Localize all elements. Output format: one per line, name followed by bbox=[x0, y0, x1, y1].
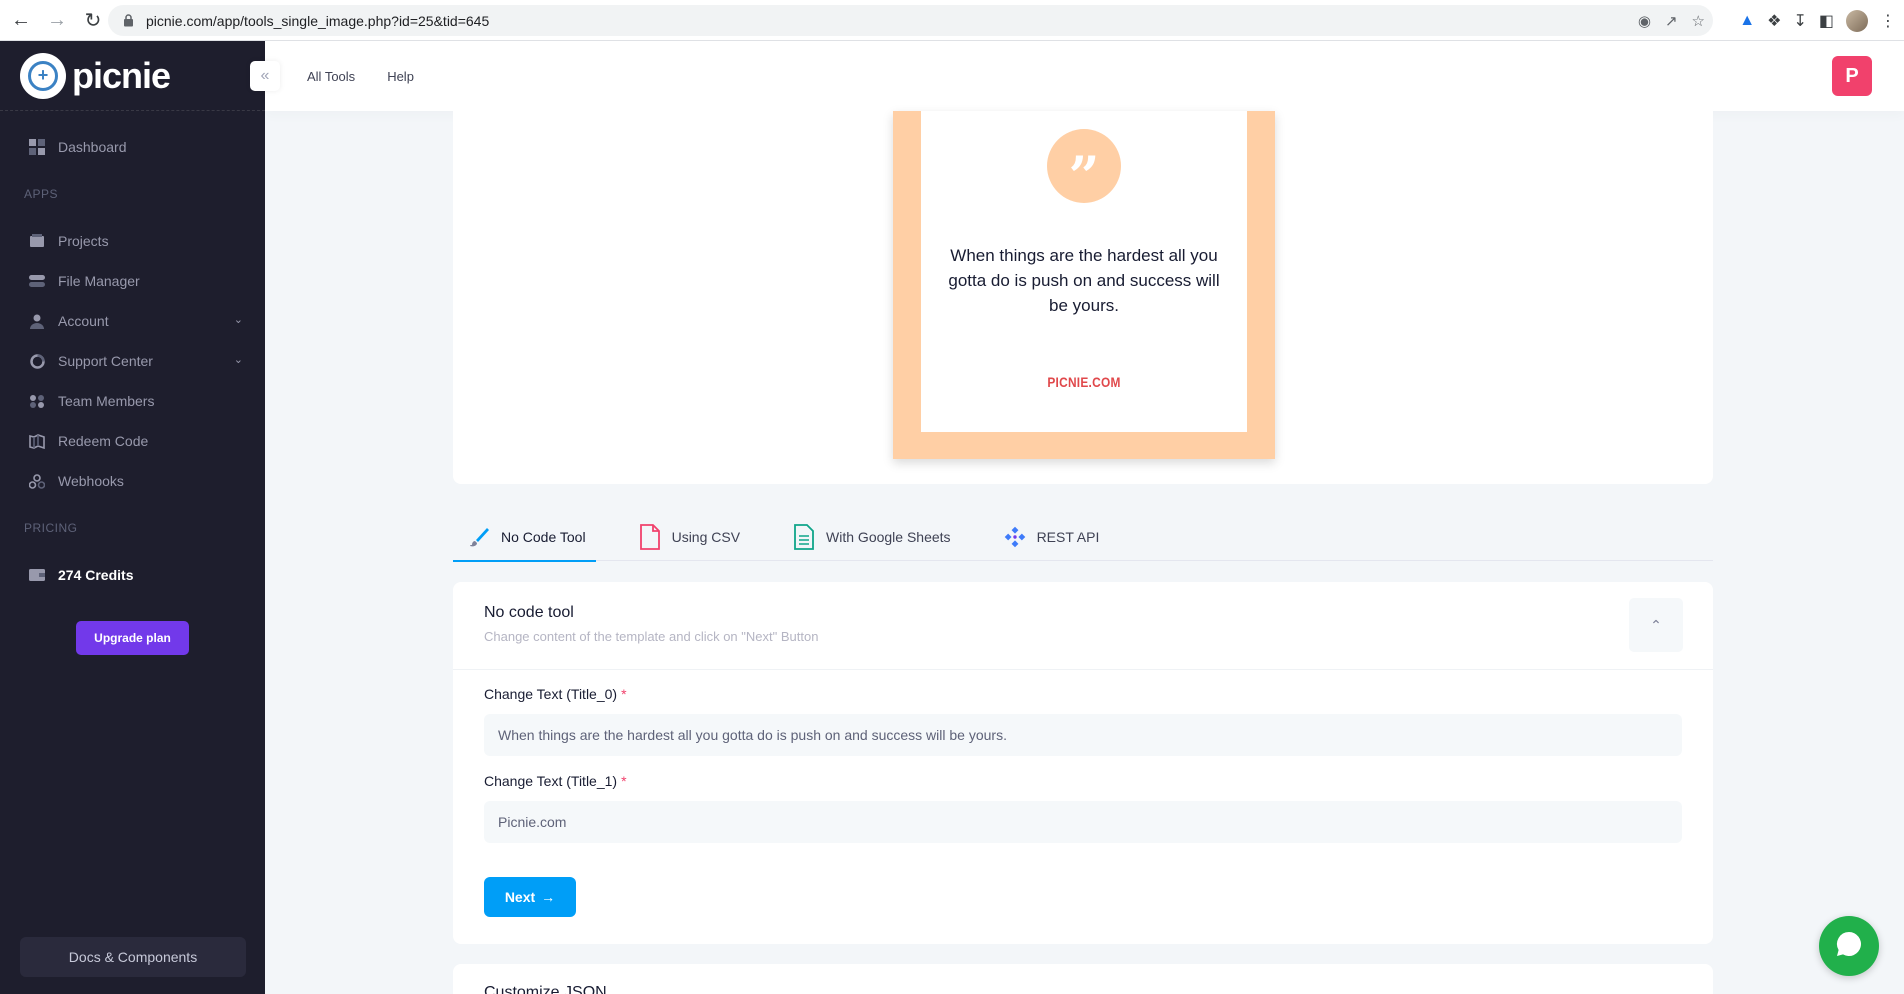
form-title: No code tool bbox=[484, 604, 574, 621]
user-avatar[interactable]: P bbox=[1832, 56, 1872, 96]
sidebar-item-label: Support Center bbox=[58, 353, 153, 369]
wallet-icon bbox=[28, 567, 46, 583]
sidebar-item-support-center[interactable]: Support Center ⌄ bbox=[0, 341, 265, 381]
extension-icon[interactable]: ▲ bbox=[1739, 12, 1755, 30]
top-header: All Tools Help P bbox=[265, 41, 1904, 111]
brand-logo[interactable]: + picnie bbox=[0, 41, 265, 111]
poster-quote-text: When things are the hardest all you gott… bbox=[948, 246, 1220, 315]
projects-icon bbox=[28, 233, 46, 249]
forward-icon[interactable]: → bbox=[42, 5, 72, 35]
apps-heading: APPS bbox=[24, 187, 59, 201]
sidebar-item-credits[interactable]: 274 Credits bbox=[0, 555, 265, 595]
address-bar[interactable]: picnie.com/app/tools_single_image.php?id… bbox=[108, 5, 1713, 36]
dashboard-icon bbox=[28, 139, 46, 155]
redeem-icon bbox=[28, 433, 46, 449]
sidebar-item-projects[interactable]: Projects bbox=[0, 221, 265, 261]
back-icon[interactable]: ← bbox=[6, 5, 36, 35]
tab-label: REST API bbox=[1036, 529, 1100, 545]
sidebar-item-label: Account bbox=[58, 313, 109, 329]
webhooks-icon bbox=[28, 473, 46, 489]
template-poster: ” When things are the hardest all you go… bbox=[893, 111, 1275, 459]
tab-label: No Code Tool bbox=[501, 529, 586, 545]
sidebar-item-account[interactable]: Account ⌄ bbox=[0, 301, 265, 341]
collapse-sidebar-icon[interactable]: « bbox=[250, 61, 280, 91]
pricing-heading: PRICING bbox=[24, 521, 78, 535]
side-panel-icon[interactable]: ◧ bbox=[1819, 11, 1834, 31]
brush-icon bbox=[467, 525, 491, 549]
kebab-menu-icon[interactable]: ⋮ bbox=[1880, 11, 1896, 31]
support-icon bbox=[28, 353, 46, 369]
field-label-title-0: Change Text (Title_0) * bbox=[484, 686, 627, 702]
docs-components-button[interactable]: Docs & Components bbox=[20, 937, 246, 977]
poster-brand-text: PICNIE.COM bbox=[1047, 374, 1121, 390]
no-code-form-card: No code tool Change content of the templ… bbox=[453, 582, 1713, 944]
collapse-form-button[interactable]: ⌃ bbox=[1629, 598, 1683, 652]
sidebar-item-label: Webhooks bbox=[58, 473, 124, 489]
tab-label: With Google Sheets bbox=[826, 529, 951, 545]
sidebar-item-label: Dashboard bbox=[58, 139, 127, 155]
sidebar: + picnie Dashboard APPS Projects File Ma… bbox=[0, 41, 265, 994]
customize-json-title: Customize JSON bbox=[484, 984, 607, 994]
chat-icon bbox=[1834, 929, 1864, 964]
chevron-down-icon: ⌄ bbox=[233, 314, 243, 326]
form-subtitle: Change content of the template and click… bbox=[484, 629, 819, 644]
picnie-logo-icon: + bbox=[20, 52, 66, 99]
quote-icon: ” bbox=[1047, 129, 1121, 203]
eye-slash-icon[interactable]: ◉ bbox=[1638, 12, 1651, 30]
download-icon[interactable]: ↧ bbox=[1793, 11, 1806, 31]
credits-count: 274 Credits bbox=[58, 567, 134, 583]
header-link-help[interactable]: Help bbox=[387, 69, 414, 84]
api-icon bbox=[1003, 525, 1027, 549]
url-text: picnie.com/app/tools_single_image.php?id… bbox=[146, 12, 490, 29]
sheets-icon bbox=[792, 524, 816, 550]
header-link-all-tools[interactable]: All Tools bbox=[307, 69, 355, 84]
chevron-down-icon: ⌄ bbox=[233, 354, 243, 366]
sidebar-item-label: File Manager bbox=[58, 273, 140, 289]
title-1-input[interactable] bbox=[484, 801, 1682, 843]
chevron-up-icon: ⌃ bbox=[1650, 616, 1662, 633]
account-icon bbox=[28, 313, 46, 329]
sidebar-item-team-members[interactable]: Team Members bbox=[0, 381, 265, 421]
csv-file-icon bbox=[638, 524, 662, 550]
sidebar-item-label: Team Members bbox=[58, 393, 155, 409]
puzzle-icon[interactable]: ❖ bbox=[1767, 11, 1781, 31]
file-manager-icon bbox=[28, 273, 46, 289]
customize-json-card: Customize JSON bbox=[453, 964, 1713, 994]
tab-google-sheets[interactable]: With Google Sheets bbox=[778, 513, 961, 561]
upgrade-plan-button[interactable]: Upgrade plan bbox=[76, 621, 189, 655]
tab-using-csv[interactable]: Using CSV bbox=[624, 513, 750, 561]
share-icon[interactable]: ↗ bbox=[1665, 12, 1678, 30]
sidebar-item-label: Redeem Code bbox=[58, 433, 149, 449]
form-header: No code tool Change content of the templ… bbox=[453, 582, 1713, 670]
star-icon[interactable]: ☆ bbox=[1692, 12, 1705, 30]
tab-no-code-tool[interactable]: No Code Tool bbox=[453, 513, 596, 562]
title-0-input[interactable] bbox=[484, 714, 1682, 756]
lock-icon bbox=[122, 14, 134, 28]
field-label-title-1: Change Text (Title_1) * bbox=[484, 773, 627, 789]
sidebar-item-webhooks[interactable]: Webhooks bbox=[0, 461, 265, 501]
tab-rest-api[interactable]: REST API bbox=[989, 513, 1110, 561]
arrow-right-icon: → bbox=[541, 889, 556, 905]
sidebar-item-file-manager[interactable]: File Manager bbox=[0, 261, 265, 301]
brand-name: picnie bbox=[72, 54, 171, 96]
team-icon bbox=[28, 393, 46, 409]
sidebar-item-redeem-code[interactable]: Redeem Code bbox=[0, 421, 265, 461]
reload-icon[interactable]: ↻ bbox=[78, 5, 108, 35]
sidebar-item-dashboard[interactable]: Dashboard bbox=[0, 127, 265, 167]
next-label: Next bbox=[504, 889, 536, 905]
chat-bubble-button[interactable] bbox=[1819, 916, 1879, 976]
tab-label: Using CSV bbox=[671, 529, 741, 545]
tool-tabs: No Code Tool Using CSV With Google Sheet… bbox=[453, 513, 1713, 562]
sidebar-item-label: Projects bbox=[58, 233, 109, 249]
next-button[interactable]: Next → bbox=[484, 877, 576, 917]
browser-toolbar: ← → ↻ picnie.com/app/tools_single_image.… bbox=[0, 0, 1904, 41]
template-preview-card: ” When things are the hardest all you go… bbox=[453, 111, 1713, 484]
profile-avatar[interactable] bbox=[1846, 9, 1868, 32]
